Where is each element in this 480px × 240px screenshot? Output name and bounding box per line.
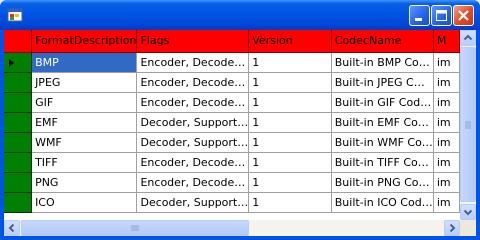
table-cell[interactable]: im [433, 132, 460, 153]
chevron-down-icon [463, 209, 473, 216]
table-cell[interactable]: im [433, 192, 460, 213]
table-cell[interactable]: Built-in EMF Co… [331, 112, 434, 133]
table-cell[interactable]: Decoder, Support… [136, 112, 250, 133]
row-header[interactable] [4, 132, 33, 153]
table-cell[interactable]: WMF [31, 132, 138, 153]
table-cell[interactable]: im [433, 92, 460, 113]
scrollbar-corner [460, 220, 476, 236]
table-cell[interactable]: im [433, 72, 460, 93]
column-header-formatdescription[interactable]: FormatDescription [31, 30, 138, 53]
row-header[interactable] [4, 52, 33, 73]
table-cell[interactable]: EMF [31, 112, 138, 133]
table-cell[interactable]: im [433, 52, 460, 73]
scroll-left-button[interactable] [4, 220, 20, 236]
grip-icon [465, 121, 471, 129]
corner-header[interactable] [4, 30, 33, 53]
table-cell[interactable]: Encoder, Decode… [136, 52, 250, 73]
table-cell[interactable]: Built-in JPEG C… [331, 72, 434, 93]
table-cell[interactable]: 1 [248, 132, 332, 153]
table-cell[interactable]: Built-in ICO Cod… [331, 192, 434, 213]
scroll-down-button[interactable] [460, 204, 476, 220]
table-cell[interactable]: GIF [31, 92, 138, 113]
table-row[interactable]: ICO Decoder, Support… 1 Built-in ICO Cod… [4, 192, 460, 213]
scroll-up-button[interactable] [460, 30, 476, 46]
table-row[interactable]: GIF Encoder, Decode… 1 Built-in GIF Cod…… [4, 92, 460, 113]
chevron-up-icon [463, 34, 473, 41]
grip-icon [131, 225, 139, 231]
header-row: FormatDescription Flags Version CodecNam… [4, 30, 460, 53]
row-header[interactable] [4, 172, 33, 193]
table-cell[interactable]: Built-in TIFF Co… [331, 152, 434, 173]
table-row[interactable]: JPEG Encoder, Decode… 1 Built-in JPEG C…… [4, 72, 460, 93]
column-header-version[interactable]: Version [248, 30, 332, 53]
table-cell[interactable]: 1 [248, 52, 332, 73]
column-header-flags[interactable]: Flags [136, 30, 250, 53]
table-cell[interactable]: Decoder, Support… [136, 132, 250, 153]
table-cell[interactable]: 1 [248, 92, 332, 113]
maximize-button[interactable] [431, 5, 452, 26]
table-cell[interactable]: Built-in WMF Co… [331, 132, 434, 153]
row-header[interactable] [4, 152, 33, 173]
table-cell[interactable]: Built-in BMP Co… [331, 52, 434, 73]
table-row[interactable]: EMF Decoder, Support… 1 Built-in EMF Co…… [4, 112, 460, 133]
table-cell[interactable]: JPEG [31, 72, 138, 93]
table-cell[interactable]: 1 [248, 152, 332, 173]
table-cell[interactable]: im [433, 172, 460, 193]
app-icon [7, 8, 23, 22]
table-cell[interactable]: BMP [31, 52, 138, 73]
table-cell[interactable]: 1 [248, 72, 332, 93]
table-cell[interactable]: 1 [248, 192, 332, 213]
table-cell[interactable]: Decoder, Support… [136, 192, 250, 213]
title-bar[interactable] [0, 0, 480, 30]
table-cell[interactable]: im [433, 152, 460, 173]
table-cell[interactable]: Encoder, Decode… [136, 172, 250, 193]
client-area: FormatDescription Flags Version CodecNam… [4, 30, 476, 236]
table-cell[interactable]: Built-in GIF Cod… [331, 92, 434, 113]
column-header-codecname[interactable]: CodecName [331, 30, 434, 53]
row-header[interactable] [4, 192, 33, 213]
table-row[interactable]: TIFF Encoder, Decode… 1 Built-in TIFF Co… [4, 152, 460, 173]
vertical-scrollbar[interactable] [460, 30, 476, 220]
maximize-icon [436, 10, 447, 21]
row-header[interactable] [4, 112, 33, 133]
table-cell[interactable]: PNG [31, 172, 138, 193]
minimize-button[interactable] [409, 5, 430, 26]
current-row-icon [9, 58, 14, 67]
table-cell[interactable]: Encoder, Decode… [136, 152, 250, 173]
table-cell[interactable]: im [433, 112, 460, 133]
vertical-scroll-thumb[interactable] [460, 47, 476, 202]
table-cell[interactable]: Encoder, Decode… [136, 92, 250, 113]
table-cell[interactable]: 1 [248, 172, 332, 193]
table-cell[interactable]: 1 [248, 112, 332, 133]
scroll-right-button[interactable] [444, 220, 460, 236]
horizontal-scrollbar[interactable] [4, 220, 460, 236]
chevron-right-icon [449, 223, 456, 233]
minimize-icon [415, 18, 422, 21]
chevron-left-icon [8, 223, 15, 233]
table-cell[interactable]: ICO [31, 192, 138, 213]
close-icon [458, 10, 469, 21]
column-header-m[interactable]: M [433, 30, 460, 53]
table-row[interactable]: WMF Decoder, Support… 1 Built-in WMF Co…… [4, 132, 460, 153]
table-cell[interactable]: TIFF [31, 152, 138, 173]
table-cell[interactable]: Built-in PNG Co… [331, 172, 434, 193]
row-header[interactable] [4, 72, 33, 93]
table-row[interactable]: PNG Encoder, Decode… 1 Built-in PNG Co… … [4, 172, 460, 193]
horizontal-scroll-thumb[interactable] [21, 220, 249, 236]
data-grid: FormatDescription Flags Version CodecNam… [4, 30, 460, 220]
table-row[interactable]: BMP Encoder, Decode… 1 Built-in BMP Co… … [4, 52, 460, 73]
app-window: FormatDescription Flags Version CodecNam… [0, 0, 480, 240]
table-cell[interactable]: Encoder, Decode… [136, 72, 250, 93]
row-header[interactable] [4, 92, 33, 113]
close-button[interactable] [453, 5, 474, 26]
